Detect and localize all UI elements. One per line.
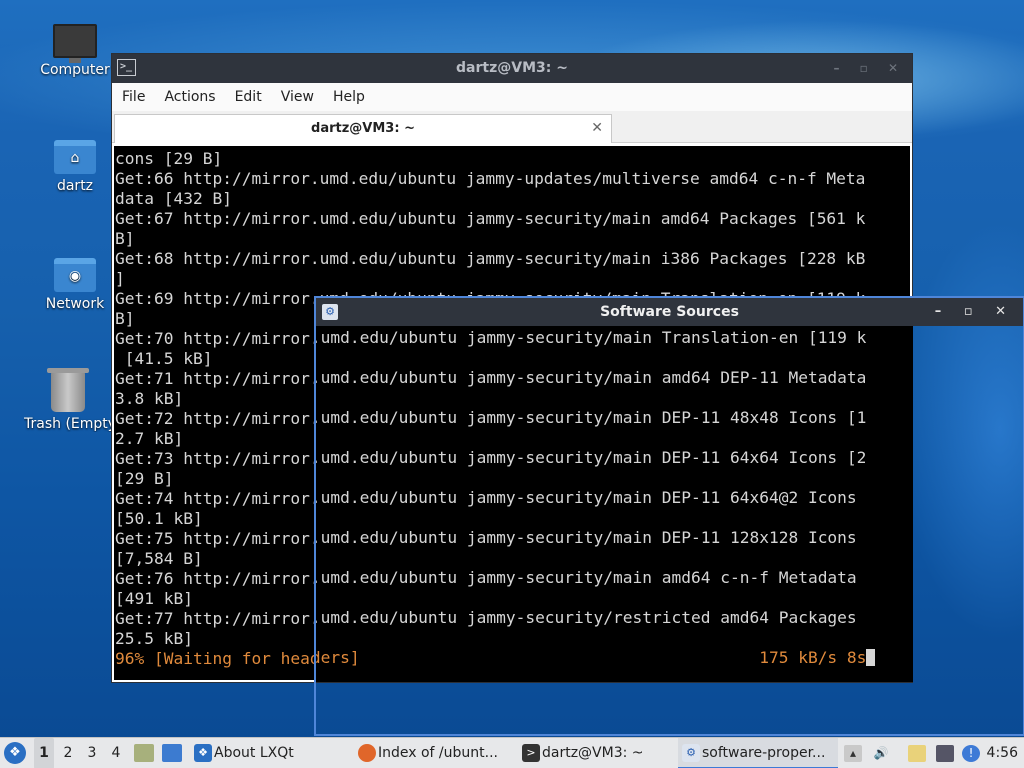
menu-view[interactable]: View bbox=[281, 89, 314, 105]
terminal-line: Get:68 http://mirror.umd.edu/ubuntu jamm… bbox=[115, 249, 866, 268]
terminal-text-overlay: cons [29 B] Get:66 http://mirror.umd.edu… bbox=[316, 326, 876, 668]
desktop-icon-label: Computer bbox=[40, 62, 110, 78]
task-label: software-proper... bbox=[702, 745, 826, 761]
task-browser[interactable]: Index of /ubunt... bbox=[354, 738, 504, 768]
workspace-2[interactable]: 2 bbox=[58, 738, 78, 768]
terminal-line: Get:76 http://mirror.umd.edu/ubuntu jamm… bbox=[316, 568, 857, 587]
software-sources-titlebar[interactable]: ⚙ Software Sources – ▫ ✕ bbox=[316, 298, 1023, 326]
terminal-line: [491 kB] bbox=[115, 589, 193, 608]
menu-bar: File Actions Edit View Help bbox=[112, 83, 912, 111]
firefox-icon bbox=[358, 744, 376, 762]
terminal-line: Get:74 http://mirror.umd.edu/ubuntu jamm… bbox=[316, 488, 857, 507]
clipboard-icon[interactable] bbox=[908, 745, 926, 762]
file-manager-icon[interactable] bbox=[134, 744, 154, 762]
cursor bbox=[866, 649, 876, 666]
task-label: Index of /ubunt... bbox=[378, 745, 498, 761]
terminal-line: Get:73 http://mirror.umd.edu/ubuntu jamm… bbox=[316, 448, 867, 467]
desktop-icon-label: Network bbox=[45, 296, 105, 312]
window-title: Software Sources bbox=[600, 304, 739, 320]
trash-icon bbox=[46, 368, 89, 412]
terminal-line: Get:70 http://mirror.umd.edu/ubuntu jamm… bbox=[316, 328, 867, 347]
terminal-line: Get:67 http://mirror.umd.edu/ubuntu jamm… bbox=[115, 209, 866, 228]
menu-actions[interactable]: Actions bbox=[164, 89, 215, 105]
terminal-line: data [432 B] bbox=[115, 189, 232, 208]
terminal-line: B] bbox=[115, 309, 135, 328]
close-icon[interactable]: ✕ bbox=[591, 115, 603, 142]
menu-file[interactable]: File bbox=[122, 89, 145, 105]
terminal-line: [29 B] bbox=[115, 469, 174, 488]
terminal-line: ] bbox=[115, 269, 125, 288]
terminal-line: 2.7 kB] bbox=[115, 429, 184, 448]
software-sources-icon: ⚙ bbox=[682, 744, 700, 762]
scroll-up-icon[interactable]: ▴ bbox=[844, 745, 862, 762]
volume-icon[interactable]: 🔊 bbox=[872, 745, 890, 762]
terminal-line: Get:75 http://mirror.umd.edu/ubuntu jamm… bbox=[316, 528, 857, 547]
task-software-properties[interactable]: ⚙ software-proper... bbox=[678, 738, 838, 768]
terminal-line: [50.1 kB] bbox=[115, 509, 203, 528]
workspace-4[interactable]: 4 bbox=[106, 738, 126, 768]
taskbar: ❖ 1 2 3 4 ❖ About LXQt Index of /ubunt..… bbox=[0, 737, 1024, 768]
task-terminal[interactable]: > dartz@VM3: ~ bbox=[518, 738, 650, 768]
task-label: About LXQt bbox=[214, 745, 294, 761]
window-title: dartz@VM3: ~ bbox=[456, 60, 568, 76]
software-sources-content: cons [29 B] Get:66 http://mirror.umd.edu… bbox=[316, 326, 913, 682]
desktop-icon-label: Trash (Empty) bbox=[24, 416, 111, 432]
terminal-icon: >_ bbox=[117, 59, 136, 76]
terminal-line: Get:66 http://mirror.umd.edu/ubuntu jamm… bbox=[115, 169, 866, 188]
computer-icon bbox=[53, 24, 97, 63]
clock[interactable]: 4:56 bbox=[987, 738, 1018, 768]
terminal-line: Get:77 http://mirror.umd.edu/ubuntu jamm… bbox=[316, 608, 857, 627]
network-folder-icon: ◉ bbox=[54, 258, 96, 292]
workspace-3[interactable]: 3 bbox=[82, 738, 102, 768]
window-controls[interactable]: – ▫ ✕ bbox=[935, 298, 1015, 326]
tab-terminal[interactable]: dartz@VM3: ~ ✕ bbox=[114, 114, 612, 143]
terminal-line: Get:72 http://mirror.umd.edu/ubuntu jamm… bbox=[316, 408, 867, 427]
menu-help[interactable]: Help bbox=[333, 89, 365, 105]
lxqt-icon: ❖ bbox=[194, 744, 212, 762]
terminal-icon: > bbox=[522, 744, 540, 762]
software-sources-icon: ⚙ bbox=[322, 304, 338, 320]
tab-label: dartz@VM3: ~ bbox=[311, 121, 415, 136]
desktop-icon-home[interactable]: ⌂ dartz bbox=[30, 140, 120, 194]
terminal-line: [41.5 kB] bbox=[124, 349, 213, 368]
menu-edit[interactable]: Edit bbox=[235, 89, 262, 105]
start-menu-button[interactable]: ❖ bbox=[4, 742, 26, 764]
notification-icon[interactable]: ! bbox=[962, 745, 980, 762]
desktop-icon-label: dartz bbox=[56, 178, 94, 194]
task-label: dartz@VM3: ~ bbox=[542, 745, 644, 761]
task-about-lxqt[interactable]: ❖ About LXQt bbox=[190, 738, 300, 768]
window-controls[interactable]: – ▫ ✕ bbox=[833, 54, 906, 83]
tab-bar: dartz@VM3: ~ ✕ bbox=[112, 111, 912, 143]
terminal-line: B] bbox=[115, 229, 135, 248]
terminal-line: 3.8 kB] bbox=[115, 389, 184, 408]
terminal-titlebar[interactable]: >_ dartz@VM3: ~ – ▫ ✕ bbox=[112, 54, 912, 83]
terminal-line: 25.5 kB] bbox=[115, 629, 193, 648]
software-sources-window: ⚙ Software Sources – ▫ ✕ cons [29 B] Get… bbox=[314, 296, 1024, 736]
show-desktop-icon[interactable] bbox=[162, 744, 182, 762]
desktop-icon-trash[interactable]: Trash (Empty) bbox=[24, 368, 111, 432]
desktop-icon-network[interactable]: ◉ Network bbox=[30, 258, 120, 312]
terminal-line: [7,584 B] bbox=[115, 549, 203, 568]
terminal-line: Get:71 http://mirror.umd.edu/ubuntu jamm… bbox=[316, 368, 867, 387]
home-folder-icon: ⌂ bbox=[54, 140, 96, 174]
network-icon[interactable] bbox=[936, 745, 954, 762]
desktop-icon-computer[interactable]: Computer bbox=[30, 24, 120, 78]
workspace-1[interactable]: 1 bbox=[34, 738, 54, 768]
progress-status: 96% [Waiting for headers] 175 kB/s 8s bbox=[316, 648, 867, 667]
terminal-line: cons [29 B] bbox=[115, 149, 223, 168]
